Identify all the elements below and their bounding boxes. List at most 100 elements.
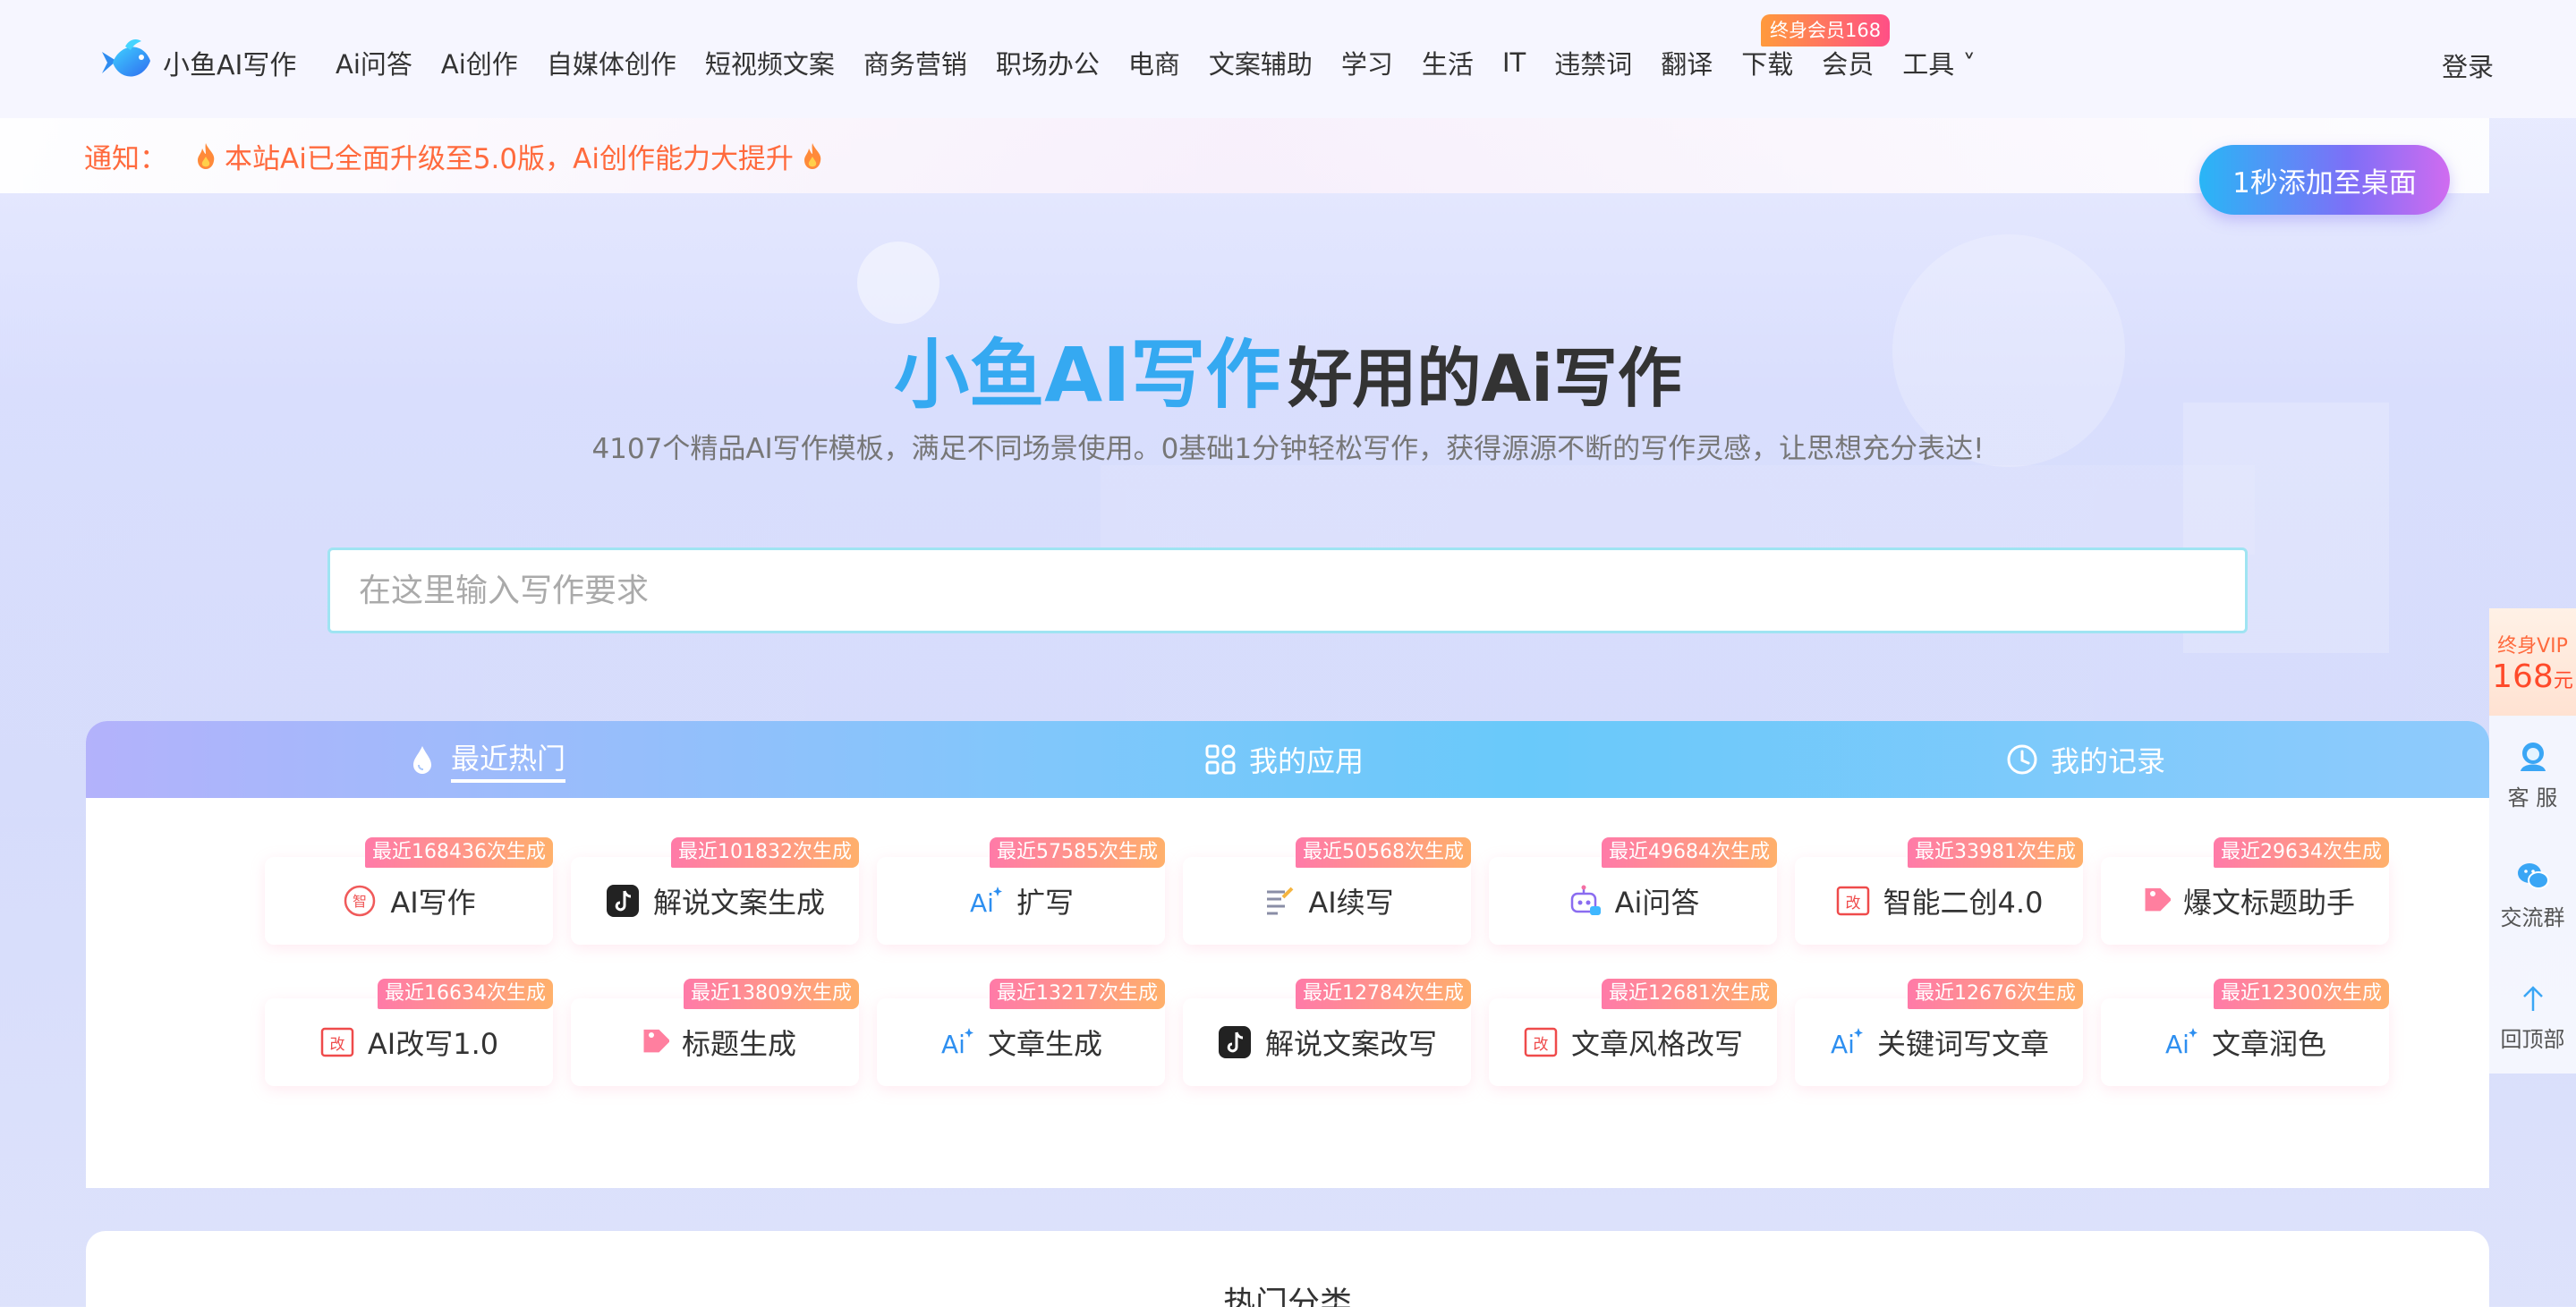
template-card[interactable]: 最近16634次生成改 AI改写1.0 xyxy=(265,979,553,1086)
customer-service-icon xyxy=(2520,743,2546,771)
svg-text:Ai: Ai xyxy=(970,888,994,918)
rewrite-icon: 改 xyxy=(319,1024,355,1060)
write-icon: 智 xyxy=(342,883,378,919)
usage-badge: 最近12681次生成 xyxy=(1602,979,1777,1009)
drop-icon xyxy=(413,746,431,774)
sidebar-group[interactable]: 交流群 xyxy=(2489,859,2576,931)
tag-icon xyxy=(633,1024,671,1060)
hot-categories-section: 热门分类 xyxy=(86,1231,2489,1307)
tab-my-apps[interactable]: 我的应用 xyxy=(1204,721,1364,798)
nav-item[interactable]: 商务营销 xyxy=(863,44,967,81)
usage-badge: 最近13809次生成 xyxy=(684,979,859,1009)
template-card[interactable]: 最近101832次生成 解说文案生成 xyxy=(571,837,859,945)
template-card[interactable]: 最近12784次生成解说文案改写 xyxy=(1183,979,1471,1086)
nav-item[interactable]: 工具 ˅ xyxy=(1902,44,1976,81)
arrow-up-icon xyxy=(2522,986,2543,1011)
svg-text:Ai: Ai xyxy=(941,1030,965,1059)
template-card[interactable]: 最近50568次生成 AI续写 xyxy=(1183,837,1471,945)
vip-tag-badge: 终身会员168 xyxy=(1761,14,1891,47)
template-card-label: 关键词写文章 xyxy=(1876,1027,2049,1061)
template-card-label: 解说文案改写 xyxy=(1264,1027,1437,1061)
nav-item[interactable]: IT xyxy=(1502,47,1526,78)
templates-panel: 最近热门 我的应用 我的记录 最近168436次生成智 AI写作 最近101832次… xyxy=(86,721,2489,1188)
tab-recent-hot[interactable]: 最近热门 xyxy=(406,721,566,798)
notice-content: 本站Ai已全面升级至5.0版，Ai创作能力大提升 xyxy=(187,136,831,176)
sidebar-back-to-top[interactable]: 回顶部 xyxy=(2489,980,2576,1053)
usage-badge: 最近12784次生成 xyxy=(1296,979,1471,1009)
template-card-label: 智能二创4.0 xyxy=(1883,886,2044,920)
nav-item[interactable]: 下载 xyxy=(1741,44,1793,81)
usage-badge: 最近29634次生成 xyxy=(2214,837,2389,868)
nav-item[interactable]: 短视频文案 xyxy=(705,44,835,81)
doc-icon xyxy=(1260,883,1296,919)
template-card[interactable]: 最近13217次生成 Ai 文章生成 xyxy=(877,979,1165,1086)
usage-badge: 最近33981次生成 xyxy=(1908,837,2083,868)
ai-icon: Ai xyxy=(939,1024,975,1060)
site-logo[interactable]: 小鱼AI写作 xyxy=(97,34,296,91)
template-card[interactable]: 最近12676次生成 Ai 关键词写文章 xyxy=(1795,979,2083,1086)
template-card[interactable]: 最近49684次生成 Ai问答 xyxy=(1489,837,1777,945)
nav-item[interactable]: 文案辅助 xyxy=(1209,44,1313,81)
top-header: 小鱼AI写作 Ai问答 Ai创作 自媒体创作 短视频文案 商务营销 职场办公 电商 文案辅助学… xyxy=(0,0,2576,118)
template-card[interactable]: 最近13809次生成 标题生成 xyxy=(571,979,859,1086)
tab-bar: 最近热门 我的应用 我的记录 xyxy=(86,721,2489,798)
bg-decoration xyxy=(857,242,939,324)
nav-item[interactable]: 会员 xyxy=(1822,44,1874,81)
template-card-label: 文章润色 xyxy=(2211,1027,2326,1061)
template-card-label: 爆文标题助手 xyxy=(2182,886,2355,920)
fish-logo-icon xyxy=(102,39,150,77)
clock-icon xyxy=(2007,744,2037,775)
template-card[interactable]: 最近12681次生成改 文章风格改写 xyxy=(1489,979,1777,1086)
vip-label: 终身VIP xyxy=(2497,635,2568,658)
nav-item[interactable]: 自媒体创作 xyxy=(547,44,676,81)
template-card[interactable]: 最近57585次生成 Ai 扩写 xyxy=(877,837,1165,945)
nav-item[interactable]: Ai问答 xyxy=(336,44,412,81)
hero-title: 小鱼AI写作 好用的Ai写作 xyxy=(0,315,2576,423)
writing-request-input[interactable] xyxy=(327,547,2248,633)
vip-price: 168元 xyxy=(2489,658,2576,695)
vip-price-unit: 元 xyxy=(2553,670,2573,692)
hero-subtitle: 4107个精品AI写作模板，满足不同场景使用。0基础1分钟轻松写作，获得源源不断… xyxy=(591,433,1985,465)
template-card[interactable]: 最近12300次生成 Ai 文章润色 xyxy=(2101,979,2389,1086)
nav-item[interactable]: 生活 xyxy=(1422,44,1474,81)
nav-item[interactable]: 违禁词 xyxy=(1554,44,1632,81)
tab-my-records[interactable]: 我的记录 xyxy=(2006,721,2165,798)
bg-decoration xyxy=(1101,465,2255,555)
sidebar-vip[interactable]: 终身VIP 168元 xyxy=(2489,608,2576,716)
main-nav: Ai问答 Ai创作 自媒体创作 短视频文案 商务营销 职场办公 电商 文案辅助 学习 生活 IT 违禁… xyxy=(336,43,2004,82)
rewrite-icon: 改 xyxy=(1523,1024,1559,1060)
template-card-label: 文章生成 xyxy=(987,1027,1102,1061)
nav-item[interactable]: 电商 xyxy=(1128,44,1180,81)
sidebar-service-label: 客 服 xyxy=(2507,785,2558,811)
svg-text:改: 改 xyxy=(1533,1036,1548,1054)
login-link[interactable]: 登录 xyxy=(2442,47,2494,84)
tab-label: 我的记录 xyxy=(2051,744,2166,778)
nav-item[interactable]: 学习 xyxy=(1341,44,1393,81)
right-sidebar: 终身VIP 168元 客 服 交流群 回顶部 xyxy=(2489,608,2576,1074)
template-card[interactable]: 最近168436次生成智 AI写作 xyxy=(265,837,553,945)
add-to-desktop-button[interactable]: 1秒添加至桌面 xyxy=(2199,145,2450,215)
tab-label: 我的应用 xyxy=(1249,744,1365,778)
sidebar-service[interactable]: 客 服 xyxy=(2489,739,2576,811)
template-card-label: AI续写 xyxy=(1308,886,1394,920)
template-card[interactable]: 最近33981次生成改 智能二创4.0 xyxy=(1795,837,2083,945)
usage-badge: 最近50568次生成 xyxy=(1296,837,1471,868)
template-card-label: AI写作 xyxy=(390,886,476,920)
template-card-label: 文章风格改写 xyxy=(1570,1027,1743,1061)
nav-item[interactable]: 职场办公 xyxy=(996,44,1100,81)
svg-text:智: 智 xyxy=(353,893,367,910)
rewrite-icon: 改 xyxy=(1835,883,1871,919)
usage-badge: 最近168436次生成 xyxy=(365,837,553,868)
tab-label: 最近热门 xyxy=(451,736,566,783)
usage-badge: 最近12676次生成 xyxy=(1908,979,2083,1009)
notice-label: 通知： xyxy=(84,142,167,175)
nav-item[interactable]: 翻译 xyxy=(1661,44,1713,81)
nav-item[interactable]: Ai创作 xyxy=(441,44,518,81)
usage-badge: 最近13217次生成 xyxy=(990,979,1165,1009)
ai-icon: Ai xyxy=(1829,1024,1865,1060)
robot-icon xyxy=(1567,883,1603,919)
template-card[interactable]: 最近29634次生成爆文标题助手 xyxy=(2101,837,2389,945)
usage-badge: 最近16634次生成 xyxy=(378,979,553,1009)
notice-text: 本站Ai已全面升级至5.0版，Ai创作能力大提升 xyxy=(225,142,794,175)
svg-text:Ai: Ai xyxy=(1831,1030,1855,1059)
